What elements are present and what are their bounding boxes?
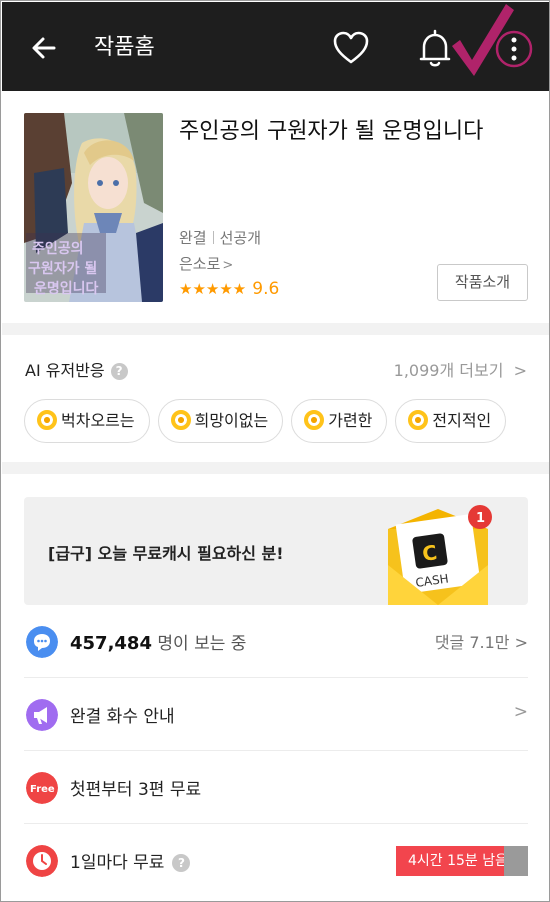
viewers-row[interactable]: 457,484 명이 보는 중 댓글 7.1만 > xyxy=(24,605,528,677)
section-divider xyxy=(2,323,549,335)
daily-free-text: 1일마다 무료? xyxy=(70,848,191,873)
chevron-right-icon: > xyxy=(513,361,527,380)
megaphone-icon xyxy=(26,699,58,731)
ai-reactions-title: AI 유저반응? xyxy=(25,357,128,381)
viewers-suffix: 명이 보는 중 xyxy=(151,634,247,654)
help-icon[interactable]: ? xyxy=(172,854,191,872)
chevron-right-icon: > xyxy=(513,702,528,722)
author-name: 은소로 xyxy=(179,255,221,273)
app-frame: 작품홈 주인공의 구원자가 될 운명입니다 주인공의 구원자가 될 운명입니다 … xyxy=(0,0,550,902)
free-first-label: 첫편부터 3편 무료 xyxy=(70,780,202,800)
status-label: 완결 xyxy=(179,229,207,247)
notification-count: 1 xyxy=(476,511,485,526)
free-badge-text: Free xyxy=(30,784,55,795)
reaction-chip[interactable]: 가련한 xyxy=(291,399,388,443)
status-label-2: 선공개 xyxy=(219,229,262,247)
banner-text: [급구] 오늘 무료캐시 필요하신 분! xyxy=(48,544,284,563)
page-title: 작품홈 xyxy=(94,35,155,60)
coin-icon xyxy=(304,410,325,430)
cover-image[interactable]: 주인공의 구원자가 될 운명입니다 xyxy=(24,113,163,302)
rating-score: 9.6 xyxy=(252,279,280,299)
svg-text:주인공의: 주인공의 xyxy=(32,240,84,257)
chip-label: 벅차오르는 xyxy=(61,411,135,430)
timer-badge-end xyxy=(504,846,528,876)
checkmark-icon xyxy=(452,4,514,76)
cash-envelope-icon: C CASH 1 xyxy=(388,505,492,605)
episodes-info-label: 완결 화수 안내 xyxy=(70,707,175,727)
chip-label: 전지적인 xyxy=(432,411,492,430)
intro-button[interactable]: 작품소개 xyxy=(437,264,528,301)
chip-label: 희망이없는 xyxy=(194,411,269,430)
heart-icon[interactable] xyxy=(332,30,370,66)
svg-text:운명입니다: 운명입니다 xyxy=(34,280,99,297)
star-icons: ★★★★★ xyxy=(179,280,247,298)
section-divider xyxy=(2,462,549,474)
coin-icon xyxy=(170,410,191,430)
svg-text:구원자가 될: 구원자가 될 xyxy=(28,261,97,277)
comments-link[interactable]: 댓글 7.1만 > xyxy=(435,629,528,653)
ai-reactions-label: AI 유저반응 xyxy=(25,361,105,380)
coin-icon xyxy=(37,410,57,430)
chat-bubble-icon xyxy=(26,626,58,658)
daily-free-label: 1일마다 무료 xyxy=(70,853,165,873)
reaction-chip[interactable]: 벅차오르는 xyxy=(24,399,150,443)
chip-label: 가련한 xyxy=(328,411,373,430)
episodes-info-row[interactable]: 완결 화수 안내 > xyxy=(24,678,528,750)
arrow-left-icon[interactable] xyxy=(28,32,60,64)
reaction-chip[interactable]: 전지적인 xyxy=(395,399,507,443)
timer-badge: 4시간 15분 남음 xyxy=(396,846,528,876)
chevron-right-icon: > xyxy=(222,258,234,273)
help-icon[interactable]: ? xyxy=(110,363,128,380)
coin-icon xyxy=(408,410,429,430)
ai-reactions-count: 1,099개 더보기 xyxy=(393,361,504,380)
clock-icon xyxy=(26,845,58,877)
timer-text: 4시간 15분 남음 xyxy=(408,853,509,869)
author-link[interactable]: 은소로 > xyxy=(179,253,233,274)
status-separator xyxy=(212,231,214,244)
rating: ★★★★★ 9.6 xyxy=(179,279,279,299)
viewers-text: 457,484 명이 보는 중 xyxy=(70,629,246,654)
daily-free-row: 1일마다 무료? 4시간 15분 남음 xyxy=(24,824,528,896)
ai-reactions-more-link[interactable]: 1,099개 더보기 > xyxy=(394,357,527,381)
top-bar: 작품홈 xyxy=(2,2,549,91)
book-title: 주인공의 구원자가 될 운명입니다 xyxy=(179,119,484,144)
reaction-chip[interactable]: 희망이없는 xyxy=(157,399,284,443)
book-status: 완결 선공개 xyxy=(179,227,261,248)
viewers-count: 457,484 xyxy=(70,633,152,654)
bell-icon[interactable] xyxy=(418,29,452,69)
promo-banner[interactable]: [급구] 오늘 무료캐시 필요하신 분! C CASH 1 xyxy=(24,497,528,605)
reaction-chips: 벅차오르는 희망이없는 가련한 전지적인 xyxy=(24,399,549,445)
free-badge-icon: Free xyxy=(26,772,58,804)
free-first-row: Free 첫편부터 3편 무료 xyxy=(24,751,528,823)
